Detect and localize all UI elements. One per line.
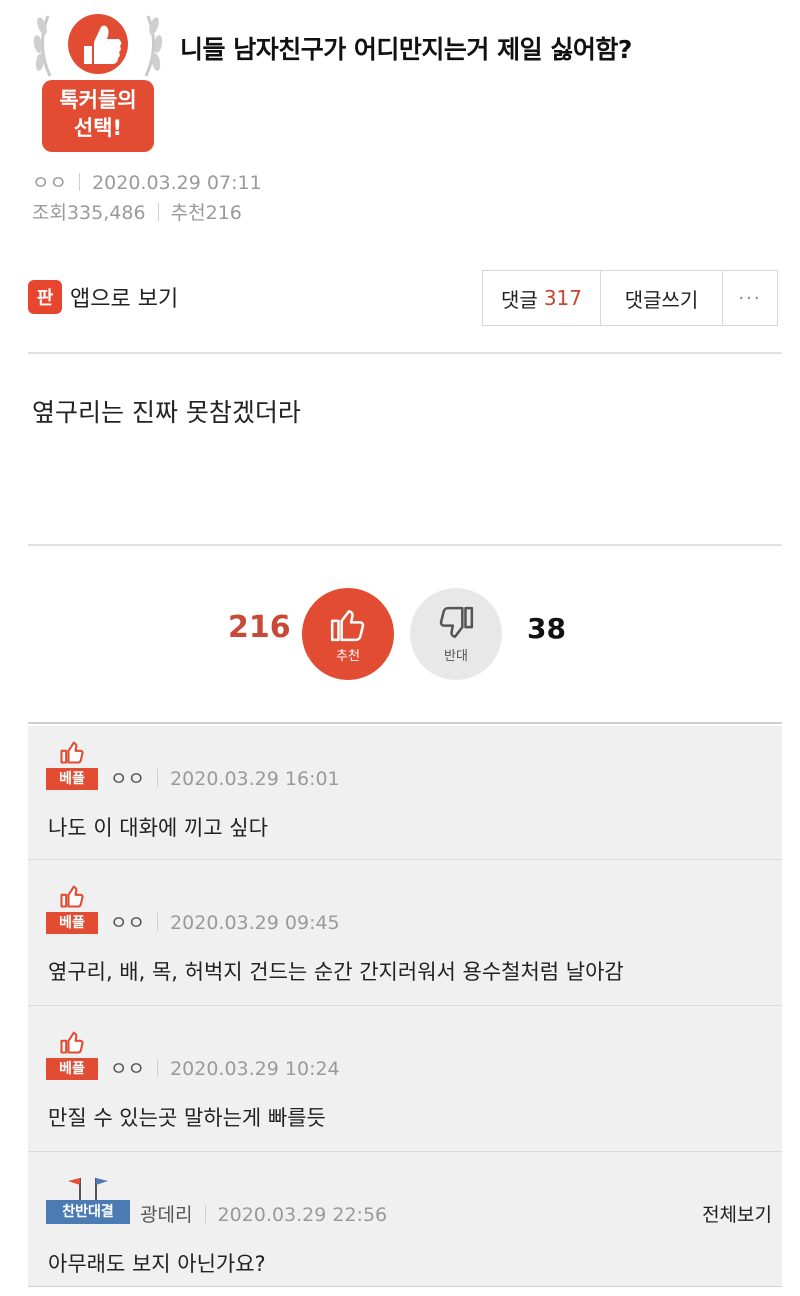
post-header: 톡커들의 선택! 니들 남자친구가 어디만지는거 제일 싫어함? ㅇㅇ 2020…: [0, 0, 800, 230]
views-label: 조회: [32, 202, 67, 224]
downvote-label: 반대: [444, 648, 468, 664]
comments-count: 317: [543, 286, 582, 310]
comment-toolbar: 댓글 317 댓글쓰기 ···: [482, 270, 778, 326]
thumbs-up-icon: [60, 741, 84, 764]
divider: [28, 1286, 782, 1287]
comment-list: 베플 ㅇㅇ 2020.03.29 16:01 나도 이 대화에 끼고 싶다 베플…: [28, 726, 782, 1286]
best-comment-badge: 베플: [46, 738, 98, 790]
write-comment-button[interactable]: 댓글쓰기: [601, 271, 723, 325]
thumbs-up-icon: [60, 885, 84, 908]
debate-tag: 찬반대결: [46, 1200, 130, 1224]
divider: [157, 203, 159, 221]
post-datetime: 2020.03.29 07:11: [92, 172, 262, 194]
comments-button[interactable]: 댓글 317: [483, 271, 601, 325]
post-meta-stats: 조회335,486 추천216: [32, 198, 242, 225]
comments-label: 댓글: [501, 287, 538, 312]
comment-author[interactable]: ㅇㅇ: [110, 768, 145, 790]
divider: [157, 769, 159, 787]
pann-app-icon: 판: [28, 280, 62, 314]
comment-meta: ㅇㅇ 2020.03.29 09:45: [110, 908, 340, 935]
badge-line-2: 선택!: [73, 116, 123, 140]
badge-line-1: 톡커들의: [59, 88, 137, 112]
badge-text: 톡커들의 선택!: [42, 86, 154, 142]
best-tag: 베플: [46, 768, 98, 790]
divider: [28, 352, 782, 354]
debate-comment: 찬반대결 광데리 2020.03.29 22:56 전체보기 아무래도 보지 아…: [28, 1152, 782, 1286]
comment-text: 아무래도 보지 아닌가요?: [48, 1252, 266, 1276]
divider: [79, 173, 81, 191]
comment-text: 만질 수 있는곳 말하는게 빠를듯: [48, 1106, 326, 1130]
open-in-app-link[interactable]: 판 앱으로 보기: [28, 280, 178, 314]
best-tag: 베플: [46, 912, 98, 934]
divider: [28, 722, 782, 724]
comment-text: 나도 이 대화에 끼고 싶다: [48, 816, 268, 840]
recommend-label: 추천: [170, 202, 206, 224]
more-button[interactable]: ···: [723, 271, 777, 325]
comment-datetime: 2020.03.29 16:01: [170, 768, 340, 790]
upvote-button[interactable]: 추천: [302, 588, 394, 680]
post-content: 옆구리는 진짜 못참겠더라: [32, 398, 301, 427]
best-comment: 베플 ㅇㅇ 2020.03.29 09:45 옆구리, 배, 목, 허벅지 건드…: [28, 860, 782, 1005]
debate-badge: 찬반대결: [46, 1174, 130, 1224]
post-meta-author: ㅇㅇ 2020.03.29 07:11: [32, 168, 262, 195]
comment-datetime: 2020.03.29 10:24: [170, 1058, 340, 1080]
upvote-count: 216: [228, 610, 291, 645]
comment-author[interactable]: 광데리: [140, 1204, 192, 1226]
divider: [157, 913, 159, 931]
downvote-button[interactable]: 반대: [410, 588, 502, 680]
thumbs-up-icon: [330, 609, 365, 641]
comment-meta: ㅇㅇ 2020.03.29 10:24: [110, 1054, 340, 1081]
views-count: 335,486: [66, 202, 146, 224]
flags-icon: [68, 1178, 108, 1200]
divider: [204, 1205, 206, 1223]
best-comment-badge: 베플: [46, 1028, 98, 1080]
comment-author[interactable]: ㅇㅇ: [110, 1058, 145, 1080]
recommend-count: 216: [205, 202, 242, 224]
comment-datetime: 2020.03.29 22:56: [217, 1204, 388, 1226]
view-all-link[interactable]: 전체보기: [702, 1200, 772, 1227]
post-title: 니들 남자친구가 어디만지는거 제일 싫어함?: [180, 35, 632, 64]
best-comment-badge: 베플: [46, 882, 98, 934]
best-tag: 베플: [46, 1058, 98, 1080]
divider: [28, 544, 782, 546]
best-comment: 베플 ㅇㅇ 2020.03.29 10:24 만질 수 있는곳 말하는게 빠를듯: [28, 1006, 782, 1151]
upvote-label: 추천: [336, 648, 360, 664]
thumbs-down-icon: [439, 606, 474, 638]
vote-section: 216 추천 반대 38: [0, 580, 800, 680]
talker-choice-badge: 톡커들의 선택!: [28, 6, 168, 154]
best-comment: 베플 ㅇㅇ 2020.03.29 16:01 나도 이 대화에 끼고 싶다: [28, 726, 782, 859]
comment-text: 옆구리, 배, 목, 허벅지 건드는 순간 간지러워서 용수철처럼 날아감: [48, 960, 624, 984]
downvote-count: 38: [527, 612, 566, 645]
divider: [157, 1059, 159, 1077]
open-in-app-label: 앱으로 보기: [70, 287, 179, 312]
comment-author[interactable]: ㅇㅇ: [110, 912, 145, 934]
comment-meta: ㅇㅇ 2020.03.29 16:01: [110, 764, 340, 791]
post-author[interactable]: ㅇㅇ: [32, 172, 67, 194]
comment-meta: 광데리 2020.03.29 22:56: [140, 1200, 387, 1227]
comment-datetime: 2020.03.29 09:45: [170, 912, 340, 934]
thumbs-up-icon: [60, 1031, 84, 1054]
